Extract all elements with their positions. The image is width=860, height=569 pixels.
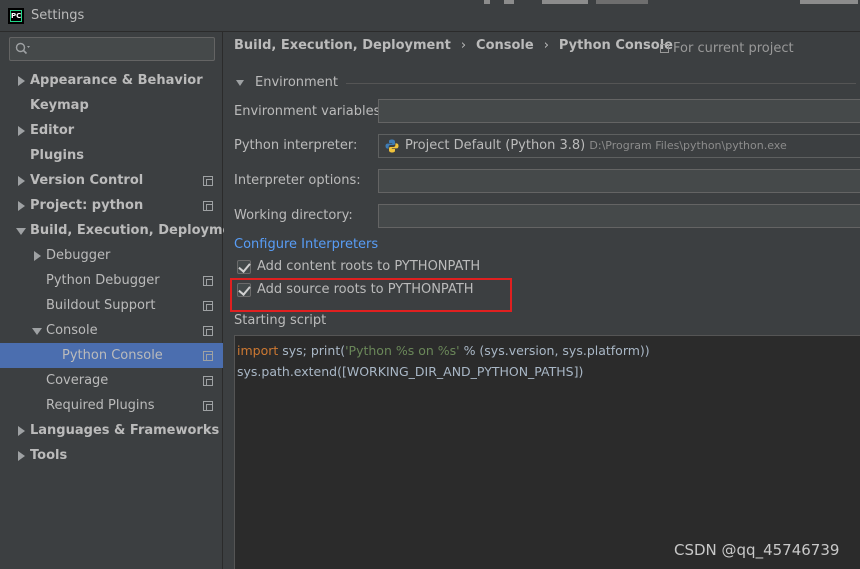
tree-item-appearance-behavior[interactable]: Appearance & Behavior (0, 68, 223, 93)
breadcrumb-separator: › (543, 38, 549, 53)
watermark: CSDN @qq_45746739 (674, 541, 840, 559)
tree-item-tools[interactable]: Tools (0, 443, 223, 468)
environment-section-header[interactable]: Environment (236, 75, 856, 91)
collapsed-arrow-icon[interactable] (16, 118, 26, 143)
project-scope-icon (660, 44, 669, 53)
environment-section-title: Environment (255, 75, 339, 90)
tree-item-label: Build, Execution, Deployment (30, 223, 247, 238)
tree-item-label: Version Control (30, 173, 144, 188)
collapsed-arrow-icon[interactable] (16, 68, 26, 93)
scope-label: For current project (673, 41, 794, 56)
tree-item-version-control[interactable]: Version Control (0, 168, 223, 193)
breadcrumb-item[interactable]: Console (476, 38, 534, 53)
tree-item-project-python[interactable]: Project: python (0, 193, 223, 218)
configure-interpreters-link[interactable]: Configure Interpreters (234, 237, 378, 252)
collapse-arrow-icon[interactable] (236, 80, 244, 86)
settings-search-input[interactable] (9, 37, 215, 61)
expanded-arrow-icon[interactable] (32, 318, 42, 343)
tree-item-coverage[interactable]: Coverage (0, 368, 223, 393)
project-scope-icon (203, 176, 213, 186)
tree-item-label: Coverage (46, 373, 109, 388)
tree-item-buildout-support[interactable]: Buildout Support (0, 293, 223, 318)
project-scope-icon (203, 351, 213, 361)
working-dir-field[interactable] (378, 204, 860, 228)
tree-item-label: Editor (30, 123, 75, 138)
starting-script-label: Starting script (234, 313, 327, 328)
tree-item-keymap[interactable]: Keymap (0, 93, 223, 118)
settings-content: Build, Execution, Deployment › Console › Pyt… (224, 32, 860, 569)
starting-script-editor[interactable]: import sys; print('Python %s on %s' % (s… (234, 335, 860, 569)
scope-indicator: For current project (660, 41, 794, 56)
tree-item-label: Console (46, 323, 98, 338)
title-bar: PC Settings (0, 0, 860, 32)
project-scope-icon (203, 326, 213, 336)
project-scope-icon (203, 376, 213, 386)
background-window-edge (484, 0, 860, 4)
tree-item-python-console[interactable]: Python Console (0, 343, 223, 368)
tree-item-python-debugger[interactable]: Python Debugger (0, 268, 223, 293)
section-divider (346, 83, 856, 84)
tree-item-label: Tools (30, 448, 68, 463)
tree-item-languages-frameworks[interactable]: Languages & Frameworks (0, 418, 223, 443)
tree-item-build-execution-deployment[interactable]: Build, Execution, Deployment (0, 218, 247, 243)
content-roots-label: Add content roots to PYTHONPATH (257, 259, 481, 274)
working-dir-label: Working directory: (234, 208, 353, 223)
tree-item-label: Required Plugins (46, 398, 155, 413)
interpreter-label: Python interpreter: (234, 138, 358, 153)
tree-item-label: Python Debugger (46, 273, 160, 288)
interpreter-select[interactable]: Project Default (Python 3.8) D:\Program … (378, 134, 860, 158)
tree-item-label: Project: python (30, 198, 144, 213)
project-scope-icon (203, 401, 213, 411)
breadcrumb: Build, Execution, Deployment › Console › Pyt… (234, 38, 673, 53)
project-scope-icon (203, 276, 213, 286)
settings-sidebar: Appearance & Behavior Keymap Editor Plugins… (0, 32, 247, 569)
annotation-highlight-box (230, 278, 512, 312)
tree-item-label: Keymap (30, 98, 89, 113)
tree-item-plugins[interactable]: Plugins (0, 143, 223, 168)
breadcrumb-separator: › (460, 38, 467, 53)
search-icon (15, 42, 30, 55)
tree-item-editor[interactable]: Editor (0, 118, 223, 143)
breadcrumb-item[interactable]: Build, Execution, Deployment (234, 38, 451, 53)
script-line-2: sys.path.extend([WORKING_DIR_AND_PYTHON_… (237, 364, 584, 379)
expanded-arrow-icon[interactable] (16, 218, 26, 243)
python-icon (385, 139, 399, 153)
tree-item-required-plugins[interactable]: Required Plugins (0, 393, 223, 418)
script-line-1: import sys; print('Python %s on %s' % (s… (237, 343, 650, 358)
tree-item-label: Buildout Support (46, 298, 156, 313)
tree-item-console[interactable]: Console (0, 318, 223, 343)
window-title: Settings (31, 8, 85, 23)
breadcrumb-item: Python Console (558, 38, 673, 53)
collapsed-arrow-icon[interactable] (16, 418, 26, 443)
interpreter-path: D:\Program Files\python\python.exe (589, 139, 787, 152)
collapsed-arrow-icon[interactable] (16, 193, 26, 218)
tree-item-label: Languages & Frameworks (30, 423, 220, 438)
tree-item-label: Python Console (62, 348, 163, 363)
pycharm-logo-icon: PC (8, 8, 24, 24)
collapsed-arrow-icon[interactable] (16, 443, 26, 468)
interpreter-options-label: Interpreter options: (234, 173, 361, 188)
collapsed-arrow-icon[interactable] (16, 168, 26, 193)
project-scope-icon (203, 301, 213, 311)
content-roots-checkbox[interactable] (237, 260, 251, 274)
tree-item-label: Appearance & Behavior (30, 73, 203, 88)
tree-item-label: Debugger (46, 248, 111, 263)
tree-item-debugger[interactable]: Debugger (0, 243, 223, 268)
env-vars-field[interactable] (378, 99, 860, 123)
project-scope-icon (203, 201, 213, 211)
interpreter-options-field[interactable] (378, 169, 860, 193)
tree-item-label: Plugins (30, 148, 84, 163)
env-vars-label: Environment variables: (234, 104, 385, 119)
interpreter-name: Project Default (Python 3.8) (405, 138, 586, 153)
collapsed-arrow-icon[interactable] (32, 243, 42, 268)
